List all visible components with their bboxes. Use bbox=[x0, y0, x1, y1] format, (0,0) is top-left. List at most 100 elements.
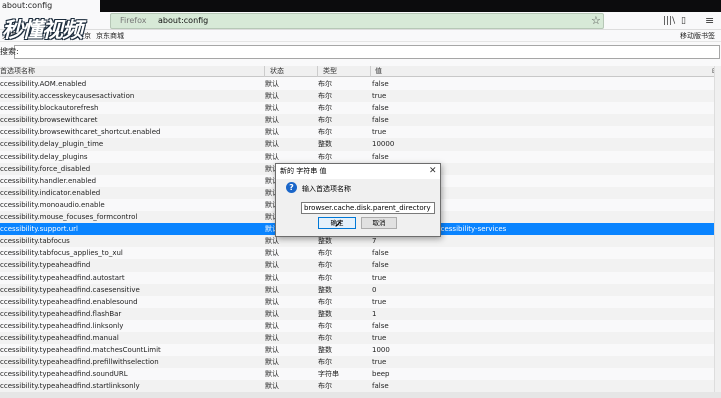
column-header-row bbox=[0, 66, 721, 77]
pref-type: 布尔 bbox=[318, 382, 332, 391]
pref-type: 布尔 bbox=[318, 321, 332, 330]
table-row[interactable]: ccessibility.browsewithcaret 默认 布尔 false bbox=[0, 114, 721, 127]
column-header-type[interactable]: 类型 bbox=[323, 66, 337, 77]
pref-type: 布尔 bbox=[318, 333, 332, 342]
cancel-button[interactable]: 取消 bbox=[361, 217, 397, 229]
table-row[interactable]: ccessibility.typeaheadfind 默认 布尔 false bbox=[0, 259, 721, 272]
pref-name: ccessibility.tabfocus_applies_to_xul bbox=[0, 249, 123, 258]
table-row[interactable]: ccessibility.typeaheadfind.autostart 默认 布尔… bbox=[0, 272, 721, 284]
column-header-value[interactable]: 值 bbox=[375, 66, 382, 77]
pref-value: true bbox=[372, 128, 387, 137]
table-row[interactable]: ccessibility.delay_plugin_time 默认 整数 10000 bbox=[0, 138, 721, 151]
table-row[interactable]: ccessibility.accesskeycausesactivation 默认… bbox=[0, 90, 721, 103]
pref-name: ccessibility.browsewithcaret_shortcut.en… bbox=[0, 128, 161, 137]
url-text[interactable]: about:config bbox=[158, 15, 208, 27]
pref-name: ccessibility.indicator.enabled bbox=[0, 188, 101, 197]
pref-value: 0 bbox=[372, 285, 377, 294]
table-row[interactable]: ccessibility.AOM.enabled 默认 布尔 false bbox=[0, 78, 721, 90]
pref-type: 布尔 bbox=[318, 273, 332, 282]
bookmark-jd-mall[interactable]: 京东商城 bbox=[96, 30, 124, 42]
library-icon[interactable]: |||\ bbox=[663, 15, 675, 27]
pref-name: ccessibility.typeaheadfind.casesensitive bbox=[0, 285, 140, 294]
pref-value: false bbox=[372, 249, 389, 258]
pref-name: ccessibility.monoaudio.enable bbox=[0, 200, 105, 209]
menu-icon[interactable]: ≡ bbox=[705, 14, 714, 27]
table-row[interactable]: ccessibility.browsewithcaret_shortcut.en… bbox=[0, 126, 721, 138]
pref-type: 布尔 bbox=[318, 249, 332, 258]
table-row[interactable]: ccessibility.blockautorefresh 默认 布尔 false bbox=[0, 102, 721, 114]
pref-value: 10000 bbox=[372, 140, 395, 149]
column-divider[interactable] bbox=[317, 66, 318, 77]
table-row[interactable]: ccessibility.typeaheadfind.startlinksonl… bbox=[0, 380, 721, 393]
pref-value: true bbox=[372, 358, 387, 367]
pref-status: 默认 bbox=[265, 152, 279, 161]
pref-name: ccessibility.force_disabled bbox=[0, 164, 91, 173]
pref-value: false bbox=[372, 104, 389, 113]
close-icon[interactable]: ✕ bbox=[429, 165, 437, 177]
pref-status: 默认 bbox=[265, 358, 279, 367]
vertical-scrollbar[interactable] bbox=[714, 66, 721, 392]
pref-type: 布尔 bbox=[318, 358, 332, 367]
pref-status: 默认 bbox=[265, 273, 279, 282]
table-row[interactable]: ccessibility.typeaheadfind.linksonly 默认 布尔… bbox=[0, 320, 721, 332]
sidebar-icon[interactable]: ▯ bbox=[681, 15, 686, 27]
mouse-cursor-icon: ➚ bbox=[334, 219, 343, 230]
table-row[interactable]: ccessibility.typeaheadfind.soundURL 默认 字符串… bbox=[0, 368, 721, 380]
bookmark-jd-icon[interactable]: 京 bbox=[84, 30, 91, 42]
pref-name: ccessibility.typeaheadfind.matchesCountL… bbox=[0, 346, 161, 355]
table-row[interactable]: ccessibility.tabfocus_applies_to_xul 默认 布尔… bbox=[0, 247, 721, 259]
pref-type: 布尔 bbox=[318, 152, 332, 161]
column-divider[interactable] bbox=[264, 66, 265, 77]
pref-type: 布尔 bbox=[318, 92, 332, 101]
dialog-title: 新的 字符串 值 bbox=[280, 167, 327, 175]
pref-name: ccessibility.handler.enabled bbox=[0, 176, 97, 185]
table-row[interactable]: ccessibility.delay_plugins 默认 布尔 false bbox=[0, 151, 721, 163]
pref-status: 默认 bbox=[265, 285, 279, 294]
pref-name: ccessibility.typeaheadfind.enablesound bbox=[0, 297, 138, 306]
pref-status: 默认 bbox=[265, 297, 279, 306]
pref-name: ccessibility.typeaheadfind bbox=[0, 261, 91, 270]
tab-strip bbox=[0, 0, 721, 12]
table-row[interactable]: ccessibility.typeaheadfind.flashBar 默认 整数 1 bbox=[0, 307, 721, 320]
table-row[interactable]: ccessibility.typeaheadfind.enablesound 默认… bbox=[0, 296, 721, 308]
pref-status: 默认 bbox=[265, 128, 279, 137]
pref-status: 默认 bbox=[265, 116, 279, 125]
pref-status: 默认 bbox=[265, 309, 279, 318]
pref-value: true bbox=[372, 297, 387, 306]
identity-label[interactable]: Firefox bbox=[120, 15, 146, 27]
pref-name: ccessibility.delay_plugins bbox=[0, 152, 88, 161]
pref-type: 布尔 bbox=[318, 128, 332, 137]
bookmark-star-icon[interactable]: ☆ bbox=[591, 14, 601, 28]
preference-name-input[interactable] bbox=[301, 202, 435, 214]
table-row[interactable]: ccessibility.tabfocus 默认 整数 7 bbox=[0, 235, 721, 248]
tab-about-config[interactable]: about:config bbox=[0, 0, 100, 12]
watermark-logo: 秒懂视频 bbox=[2, 18, 83, 42]
pref-status: 默认 bbox=[265, 261, 279, 270]
pref-type: 布尔 bbox=[318, 297, 332, 306]
pref-type: 字符串 bbox=[318, 370, 339, 379]
table-row[interactable]: ccessibility.typeaheadfind.matchesCountL… bbox=[0, 344, 721, 356]
pref-name: ccessibility.browsewithcaret bbox=[0, 116, 98, 125]
column-header-status[interactable]: 状态 bbox=[270, 66, 284, 77]
pref-status: 默认 bbox=[265, 80, 279, 88]
pref-value: 7 bbox=[372, 237, 377, 246]
table-row[interactable]: ccessibility.typeaheadfind.casesensitive… bbox=[0, 283, 721, 296]
search-input[interactable] bbox=[14, 45, 720, 59]
pref-name: ccessibility.accesskeycausesactivation bbox=[0, 92, 135, 101]
pref-value: true bbox=[372, 92, 387, 101]
column-divider[interactable] bbox=[370, 66, 371, 77]
table-row[interactable]: ccessibility.typeaheadfind.manual 默认 布尔 tru… bbox=[0, 331, 721, 345]
pref-name: ccessibility.typeaheadfind.startlinksonl… bbox=[0, 382, 140, 391]
pref-name: ccessibility.AOM.enabled bbox=[0, 80, 87, 88]
pref-status: 默认 bbox=[265, 249, 279, 258]
table-row[interactable]: ccessibility.typeaheadfind.prefillwithse… bbox=[0, 356, 721, 369]
bookmark-mobile[interactable]: 移动版书签 bbox=[680, 30, 715, 42]
pref-value: false bbox=[372, 321, 389, 330]
pref-status: 默认 bbox=[265, 92, 279, 101]
pref-value: beep bbox=[372, 370, 390, 379]
pref-type: 整数 bbox=[318, 140, 332, 149]
column-header-name[interactable]: 首选项名称 bbox=[0, 66, 35, 77]
pref-status: 默认 bbox=[265, 140, 279, 149]
pref-name: ccessibility.tabfocus bbox=[0, 237, 70, 246]
pref-name: ccessibility.typeaheadfind.flashBar bbox=[0, 309, 122, 318]
